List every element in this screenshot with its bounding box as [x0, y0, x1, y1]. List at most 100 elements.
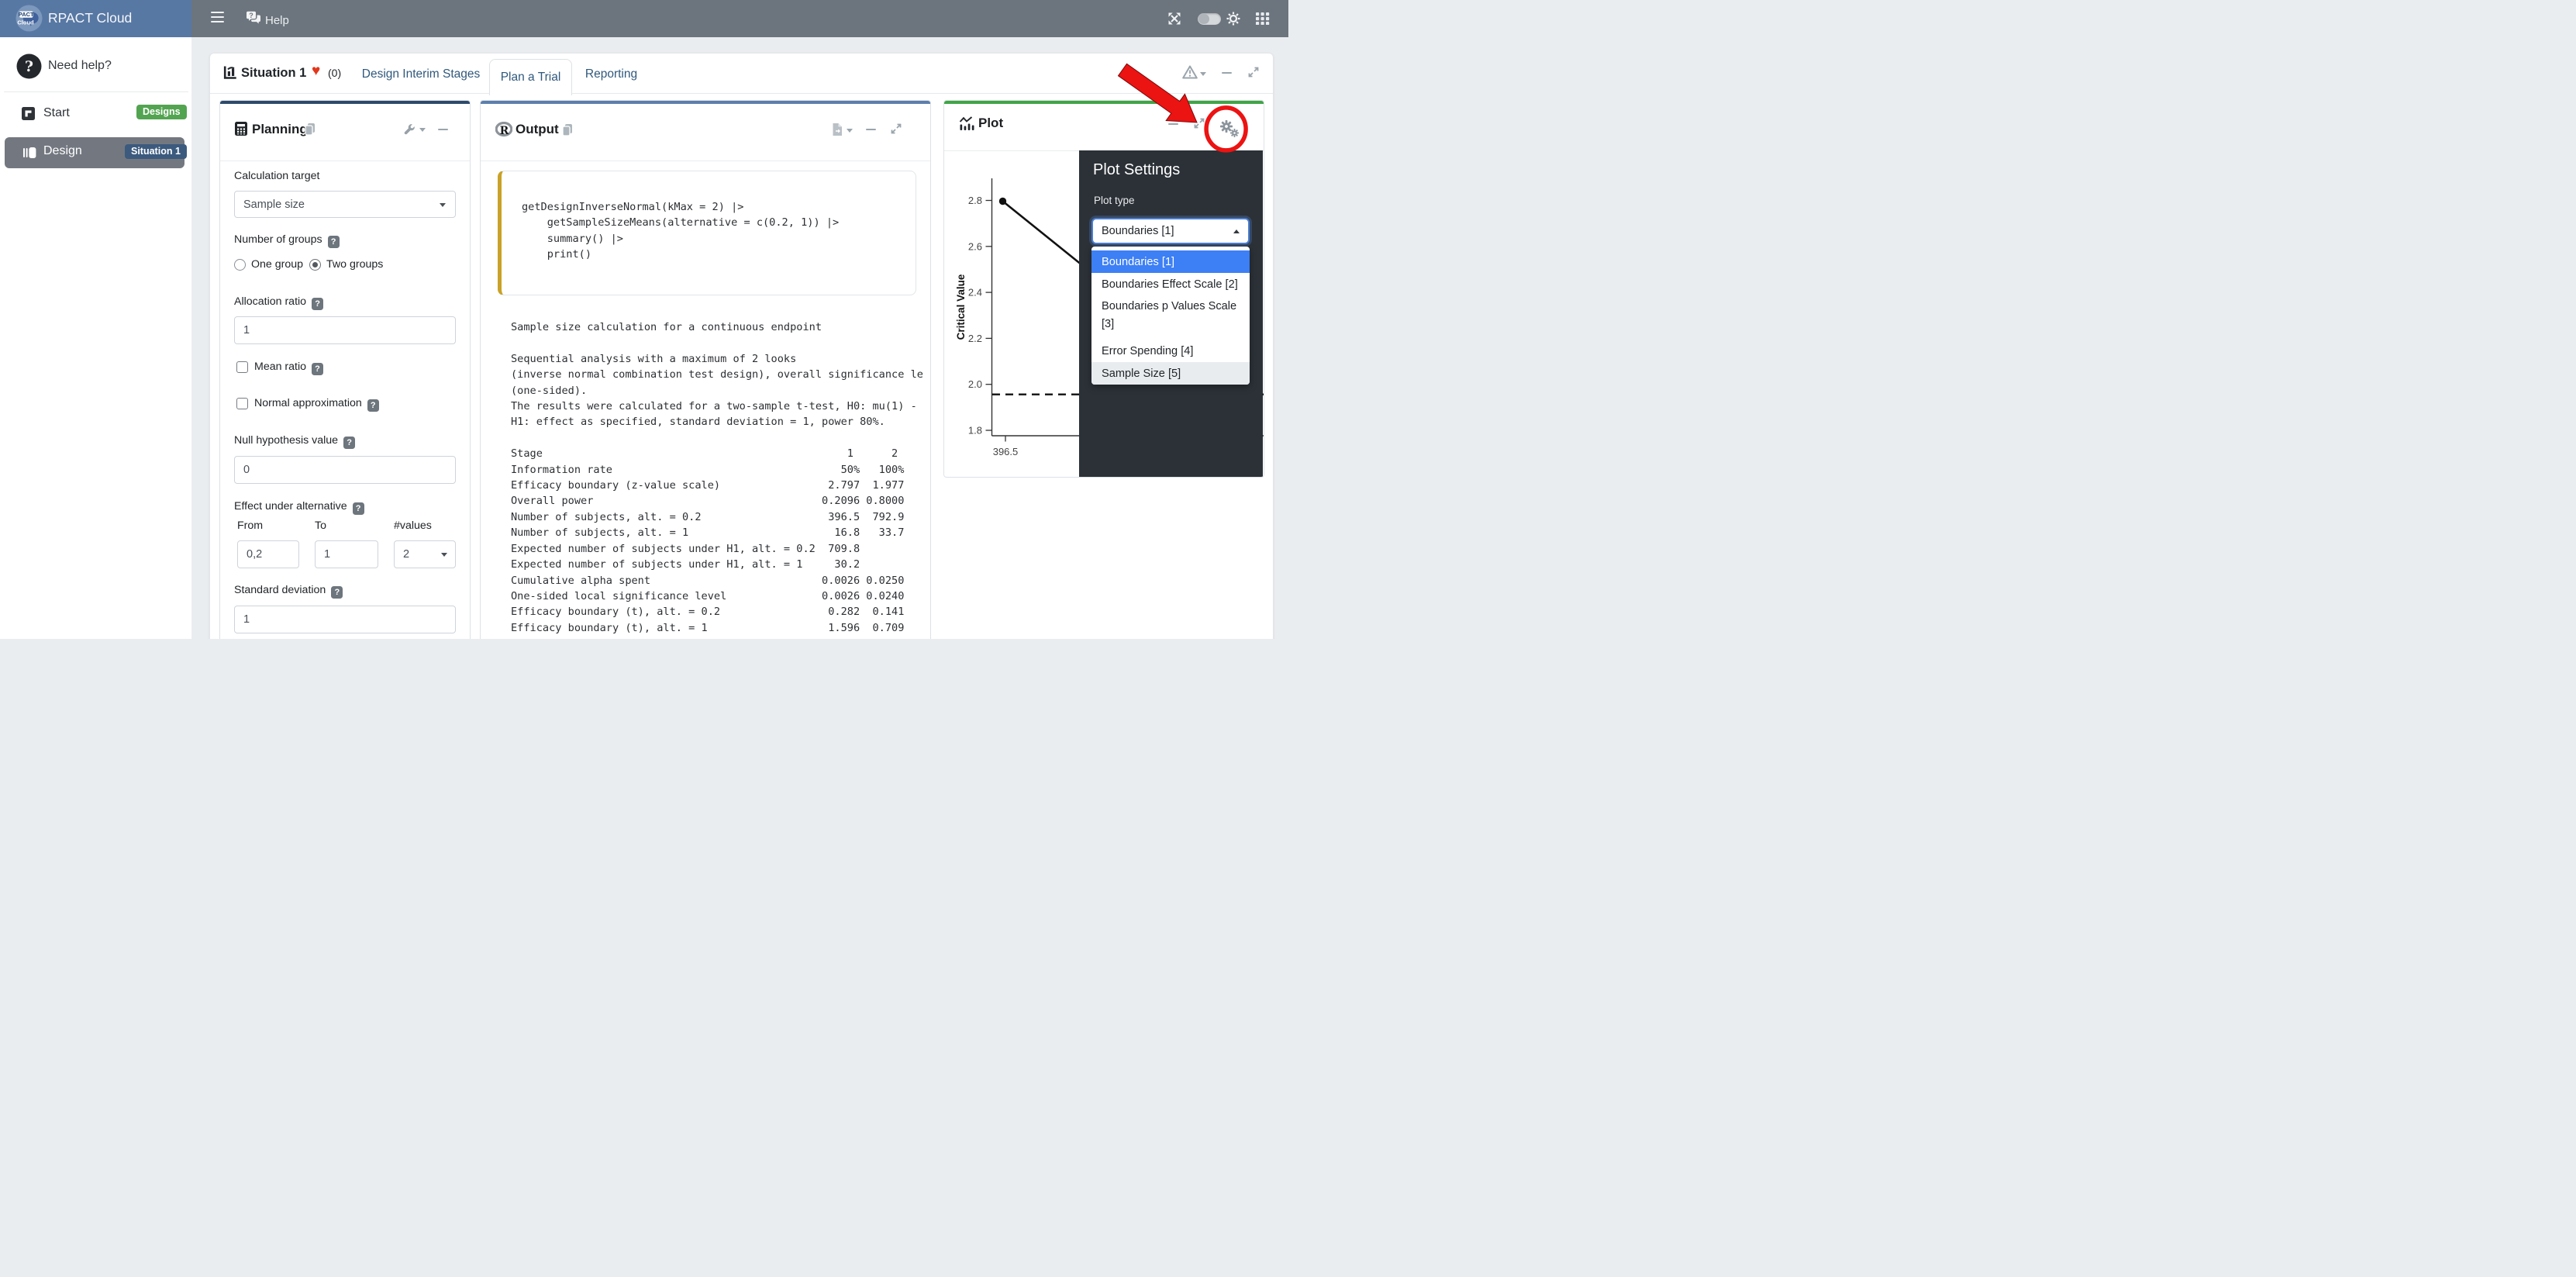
situation-chart-icon [223, 65, 238, 84]
calculation-target-select[interactable]: Sample size [234, 191, 456, 218]
toggle-knob [1198, 14, 1209, 25]
plot-settings-gears-icon[interactable] [1219, 119, 1240, 143]
export-file-icon[interactable] [832, 123, 843, 140]
need-help-link[interactable]: ? Need help? [0, 53, 191, 92]
calculation-target-label: Calculation target [234, 170, 319, 182]
light-mode-sun-icon[interactable] [1226, 12, 1240, 29]
standard-deviation-label: Standard deviation? [234, 584, 343, 599]
normal-approximation-checkbox[interactable] [236, 398, 248, 409]
copy-icon[interactable] [304, 123, 316, 140]
svg-text:2.2: 2.2 [968, 333, 982, 344]
mean-ratio-checkbox[interactable] [236, 361, 248, 373]
start-label: Start [43, 106, 70, 120]
help-icon[interactable]: ? [353, 502, 364, 515]
output-accent [481, 101, 930, 104]
svg-text:2.4: 2.4 [968, 287, 982, 299]
brand-title: RPACT Cloud [48, 10, 132, 26]
help-bubbles-icon: ? [246, 11, 261, 29]
planning-accent [220, 101, 470, 104]
radio-two-groups[interactable] [309, 259, 321, 271]
theme-toggle-switch[interactable] [1198, 13, 1221, 26]
option-boundaries-p-values-scale[interactable]: Boundaries p Values Scale [3] [1091, 295, 1250, 340]
design-label: Design [43, 144, 82, 158]
hamburger-menu-icon[interactable] [211, 11, 224, 24]
standard-deviation-input[interactable]: 1 [234, 606, 456, 633]
wrench-caret-icon[interactable] [419, 128, 426, 135]
help-icon[interactable]: ? [312, 298, 323, 310]
allocation-ratio-input[interactable]: 1 [234, 316, 456, 344]
plot-settings-panel: Plot Settings Plot type Boundaries [1] B… [1079, 150, 1263, 477]
svg-text:PACT: PACT [19, 11, 34, 18]
from-label: From [237, 519, 263, 532]
planning-header-divider [220, 160, 470, 161]
radio-one-group[interactable] [234, 259, 246, 271]
effect-under-alternative-label: Effect under alternative? [234, 500, 364, 515]
effect-from-input[interactable]: 0,2 [237, 540, 299, 568]
effect-values-select[interactable]: 2 [394, 540, 456, 568]
tab-design-interim-stages[interactable]: Design Interim Stages [365, 59, 477, 90]
planning-minimize-icon[interactable] [438, 129, 448, 130]
plot-expand-icon[interactable] [1193, 117, 1205, 133]
warnings-caret-icon[interactable] [1200, 72, 1206, 79]
help-icon[interactable]: ? [312, 363, 323, 375]
heart-icon[interactable]: ♥ [312, 63, 320, 80]
null-hypothesis-input[interactable]: 0 [234, 456, 456, 484]
number-of-groups-label: Number of groups? [234, 233, 340, 248]
sidebar-item-design[interactable]: Design Situation 1 [5, 137, 184, 168]
svg-text:?: ? [249, 12, 253, 19]
plot-type-select[interactable]: Boundaries [1] [1091, 218, 1250, 244]
svg-text:2.8: 2.8 [968, 195, 982, 206]
svg-text:2.0: 2.0 [968, 378, 982, 390]
rpact-logo: PACTCloud [16, 5, 43, 36]
card-minimize-icon[interactable] [1222, 72, 1232, 74]
situation-card: Situation 1 ♥ (0) Design Interim Stages … [209, 53, 1274, 639]
option-boundaries[interactable]: Boundaries [1] [1091, 250, 1250, 273]
fullscreen-icon[interactable] [1167, 12, 1181, 29]
help-icon[interactable]: ? [343, 437, 355, 449]
two-groups-label: Two groups [326, 258, 383, 271]
plot-title: Plot [978, 116, 1003, 131]
option-sample-size[interactable]: Sample Size [5] [1091, 362, 1250, 385]
effect-to-input[interactable]: 1 [315, 540, 378, 568]
sidebar-item-start[interactable]: Start Designs [0, 102, 191, 136]
mean-ratio-label: Mean ratio? [254, 361, 323, 375]
sidebar: ? Need help? Start Designs Design Situat… [0, 37, 191, 639]
favorites-count: (0) [328, 67, 341, 79]
designs-badge: Designs [136, 105, 187, 119]
warnings-icon[interactable] [1182, 65, 1198, 83]
apps-grid-icon[interactable] [1256, 12, 1270, 29]
tab-plan-a-trial[interactable]: Plan a Trial [489, 59, 572, 95]
tab-reporting[interactable]: Reporting [574, 59, 648, 90]
help-menu[interactable]: ? Help [246, 11, 289, 29]
chevron-down-icon [441, 553, 447, 560]
boundary-point [999, 198, 1006, 205]
help-icon[interactable]: ? [331, 586, 343, 599]
sidebar-divider [4, 91, 188, 92]
one-group-label: One group [251, 258, 303, 271]
plot-accent [944, 101, 1264, 104]
card-expand-icon[interactable] [1247, 66, 1260, 82]
plot-chart-icon [959, 116, 974, 135]
plot-minimize-icon[interactable] [1168, 123, 1178, 125]
design-icon [22, 146, 36, 164]
start-icon [22, 107, 35, 124]
output-title: Output [516, 122, 559, 137]
situation-title: Situation 1 [241, 66, 306, 81]
to-label: To [315, 519, 326, 532]
plot-panel: Plot Critical Value 2.8 2.6 [943, 100, 1264, 478]
r-code: getDesignInverseNormal(kMax = 2) |> getS… [502, 171, 916, 263]
option-boundaries-effect-scale[interactable]: Boundaries Effect Scale [2] [1091, 273, 1250, 295]
output-minimize-icon[interactable] [866, 129, 876, 130]
svg-text:Cloud: Cloud [17, 19, 34, 26]
output-header-divider [481, 160, 930, 161]
option-error-spending[interactable]: Error Spending [4] [1091, 340, 1250, 362]
copy-icon[interactable] [561, 123, 574, 140]
need-help-label: Need help? [48, 59, 112, 73]
help-icon[interactable]: ? [328, 236, 340, 248]
svg-text:R: R [500, 125, 509, 137]
wrench-icon[interactable] [404, 124, 416, 140]
boundary-line [1003, 202, 1083, 266]
help-icon[interactable]: ? [367, 399, 379, 412]
export-caret-icon[interactable] [847, 129, 853, 136]
output-expand-icon[interactable] [890, 123, 902, 139]
